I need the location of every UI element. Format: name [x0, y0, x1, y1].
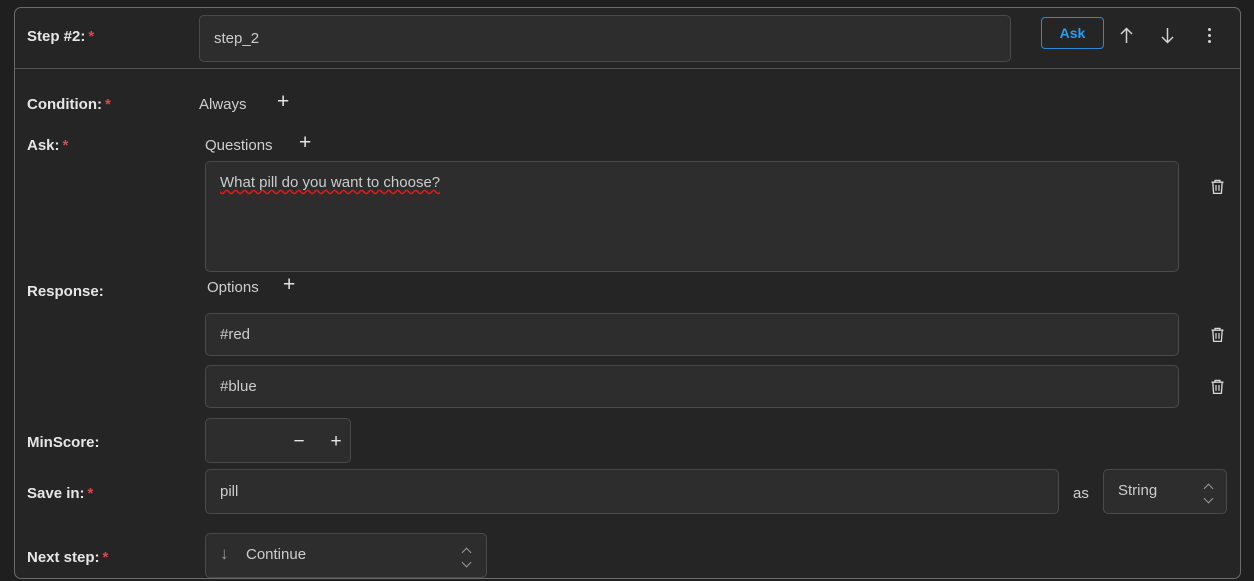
minscore-increment-button[interactable]: + — [323, 428, 349, 454]
response-label: Response: — [27, 283, 104, 300]
step-card: Step #2:* Ask Condition:* Always + Ask:* — [14, 7, 1241, 579]
save-type-select[interactable]: String — [1103, 469, 1227, 514]
delete-option-button[interactable] — [1205, 375, 1229, 399]
ask-label-text: Ask: — [27, 137, 60, 154]
trash-icon — [1211, 179, 1223, 195]
minscore-stepper: − + — [205, 418, 351, 463]
option-input[interactable] — [205, 365, 1179, 408]
next-step-label-text: Next step: — [27, 549, 100, 566]
minscore-input[interactable] — [206, 419, 292, 462]
condition-label: Condition: * — [27, 96, 111, 113]
vertical-dots-icon — [1207, 27, 1211, 43]
required-marker: * — [104, 96, 111, 113]
ask-button[interactable]: Ask — [1041, 17, 1104, 49]
add-option-button[interactable]: + — [283, 274, 295, 295]
option-row — [205, 313, 1225, 356]
next-step-value: Continue — [246, 546, 307, 563]
delete-question-button[interactable] — [1205, 175, 1229, 199]
question-textarea[interactable]: What pill do you want to choose? — [205, 161, 1179, 272]
questions-heading: Questions — [205, 137, 273, 154]
options-heading: Options — [207, 279, 259, 296]
trash-icon — [1211, 379, 1223, 395]
step-header-row: Step #2:* Ask — [15, 8, 1240, 69]
add-condition-button[interactable]: + — [277, 91, 289, 112]
add-question-button[interactable]: + — [299, 132, 311, 153]
arrow-up-icon — [1119, 26, 1133, 43]
step-name-input[interactable] — [199, 15, 1011, 62]
move-step-up-button[interactable] — [1115, 23, 1137, 47]
step-number-label: Step #2: * — [27, 28, 94, 45]
chevron-updown-icon — [1202, 483, 1214, 503]
required-marker: * — [62, 137, 69, 154]
trash-icon — [1211, 327, 1223, 343]
step-number-label-text: Step #2: — [27, 28, 86, 45]
condition-value[interactable]: Always — [199, 96, 247, 113]
next-step-select[interactable]: ↓ Continue — [205, 533, 487, 578]
arrow-down-icon — [1160, 27, 1174, 44]
save-in-input[interactable] — [205, 469, 1059, 514]
chevron-updown-icon — [460, 547, 472, 567]
condition-label-text: Condition: — [27, 96, 102, 113]
save-in-label: Save in: * — [27, 485, 93, 502]
delete-option-button[interactable] — [1205, 323, 1229, 347]
move-step-down-button[interactable] — [1156, 23, 1178, 47]
response-label-text: Response: — [27, 283, 104, 300]
next-step-label: Next step: * — [27, 549, 108, 566]
save-in-label-text: Save in: — [27, 485, 85, 502]
save-type-value: String — [1118, 482, 1158, 499]
option-input[interactable] — [205, 313, 1179, 356]
required-marker: * — [102, 549, 109, 566]
step-more-menu-button[interactable] — [1198, 23, 1220, 47]
required-marker: * — [88, 28, 95, 45]
as-label: as — [1073, 485, 1089, 502]
arrow-down-icon: ↓ — [220, 544, 229, 563]
ask-label: Ask: * — [27, 137, 68, 154]
question-text: What pill do you want to choose? — [220, 174, 441, 191]
step-body: Condition: * Always + Ask: * Questions + W… — [15, 69, 1240, 578]
option-row — [205, 365, 1225, 408]
minscore-label: MinScore: — [27, 434, 100, 451]
minscore-label-text: MinScore: — [27, 434, 100, 451]
required-marker: * — [87, 485, 94, 502]
minscore-decrement-button[interactable]: − — [286, 428, 312, 454]
